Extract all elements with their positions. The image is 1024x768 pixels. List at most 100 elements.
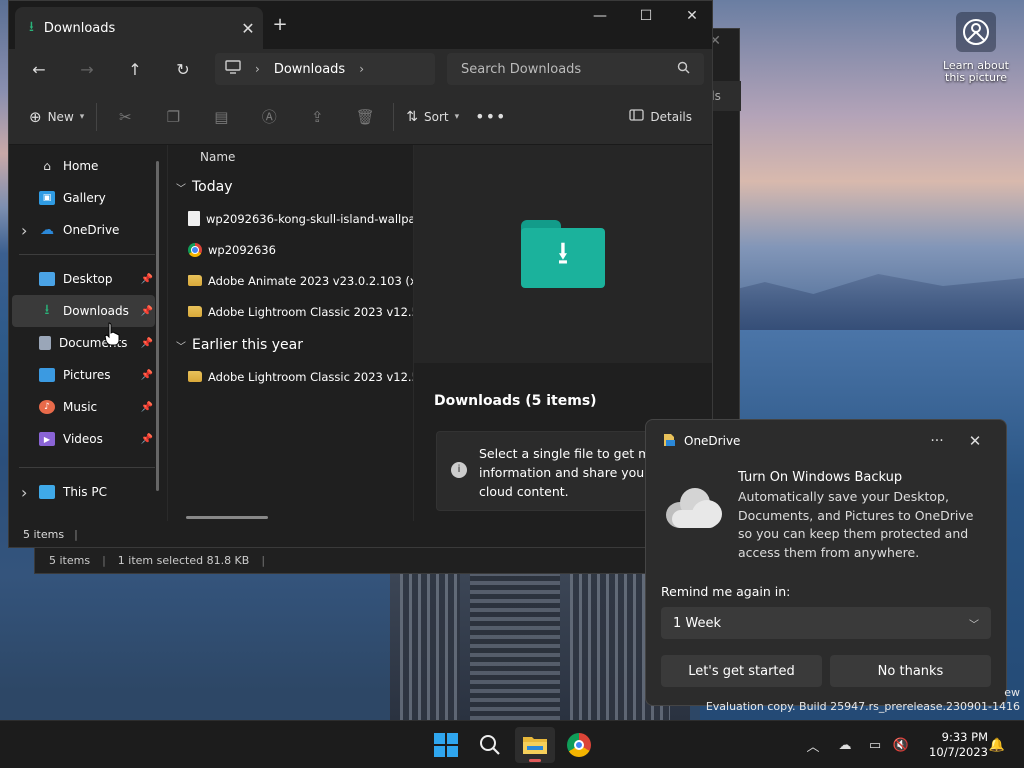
new-button-label: New — [47, 109, 74, 124]
sidebar-item-documents[interactable]: Documents 📌 — [9, 327, 167, 359]
list-item[interactable]: wp2092636-kong-skull-island-wallpaper — [168, 203, 413, 234]
group-header-earlier[interactable]: ﹀ Earlier this year — [168, 329, 413, 361]
learn-about-picture[interactable]: Learn about this picture — [940, 12, 1012, 84]
folder-icon — [188, 371, 202, 382]
title-bar[interactable]: ⭳ Downloads ✕ + — ☐ ✕ — [9, 1, 712, 49]
onedrive-tray-icon[interactable]: ☁ — [834, 733, 856, 757]
network-icon[interactable]: ▭ — [864, 733, 886, 757]
sidebar-item-label: Desktop — [63, 272, 113, 286]
onedrive-app-icon — [662, 433, 676, 450]
new-tab-button[interactable]: + — [267, 13, 293, 39]
sidebar-item-desktop[interactable]: Desktop 📌 — [9, 263, 167, 295]
sidebar-item-gallery[interactable]: ▣ Gallery — [9, 182, 167, 214]
document-icon — [39, 336, 51, 350]
watermark-edition: ew — [1004, 686, 1020, 699]
pin-icon[interactable]: 📌 — [141, 274, 153, 285]
scissors-icon: ✂ — [119, 107, 132, 126]
column-header-name[interactable]: Name — [168, 145, 413, 169]
notification-app-name: OneDrive — [684, 434, 741, 448]
details-button-label: Details — [650, 109, 692, 124]
navigation-pane: ⌂ Home ▣ Gallery ☁ OneDrive Desktop 📌 ⭳ … — [9, 145, 167, 523]
new-button[interactable]: ⊕ New ▾ — [21, 101, 92, 133]
back-window-status-bar: 5 items | 1 item selected 81.8 KB | — [49, 553, 266, 567]
tab-title: Downloads — [43, 20, 116, 36]
sort-icon: ⇅ — [406, 108, 419, 125]
forward-button[interactable]: → — [65, 53, 109, 85]
file-explorer-window[interactable]: ⭳ Downloads ✕ + — ☐ ✕ ← → ↑ ↻ › Download… — [8, 0, 713, 548]
sidebar-item-pictures[interactable]: Pictures 📌 — [9, 359, 167, 391]
sort-button[interactable]: ⇅ Sort ▾ — [398, 101, 467, 133]
sidebar-item-this-pc[interactable]: This PC — [9, 476, 167, 508]
search-icon[interactable] — [677, 61, 690, 78]
music-icon: ♪ — [39, 400, 55, 414]
notification-bell-icon[interactable]: 🔔 — [986, 733, 1008, 757]
pin-icon[interactable]: 📌 — [141, 434, 153, 445]
show-hidden-icons-button[interactable]: ︿ — [802, 733, 824, 757]
downloads-folder-icon: ⭳ — [521, 220, 605, 288]
monitor-icon — [225, 60, 241, 78]
volume-muted-icon[interactable]: 🔇 — [890, 733, 912, 757]
system-clock[interactable]: 9:33 PM 10/7/2023 — [918, 730, 988, 760]
paste-button[interactable]: ▤ — [197, 101, 245, 133]
search-box[interactable] — [447, 53, 704, 85]
close-window-button[interactable]: ✕ — [669, 1, 715, 31]
close-icon[interactable]: ✕ — [960, 432, 990, 450]
sidebar-item-music[interactable]: ♪ Music 📌 — [9, 391, 167, 423]
rename-icon: Ⓐ — [261, 108, 277, 126]
share-button[interactable]: ⇪ — [293, 101, 341, 133]
search-button[interactable] — [470, 727, 510, 763]
share-icon: ⇪ — [311, 107, 324, 126]
sidebar-item-videos[interactable]: ▶ Videos 📌 — [9, 423, 167, 455]
pin-icon[interactable]: 📌 — [141, 402, 153, 413]
search-input[interactable] — [461, 61, 677, 77]
sidebar-item-label: Music — [63, 400, 98, 414]
back-button[interactable]: ← — [17, 53, 61, 85]
delete-button[interactable]: 🗑 — [341, 101, 389, 133]
pin-icon[interactable]: 📌 — [141, 306, 153, 317]
taskbar-chrome[interactable] — [559, 727, 599, 763]
horizontal-scrollbar[interactable] — [186, 516, 268, 519]
onedrive-notification: OneDrive ··· ✕ Turn On Windows Backup Au… — [645, 419, 1007, 706]
trash-icon: 🗑 — [355, 107, 375, 126]
refresh-button[interactable]: ↻ — [161, 53, 205, 85]
chevron-right-icon[interactable]: › — [359, 62, 364, 76]
more-icon[interactable]: ··· — [922, 433, 952, 449]
tab-downloads[interactable]: ⭳ Downloads ✕ — [15, 7, 263, 49]
get-started-button[interactable]: Let's get started — [661, 655, 822, 687]
details-preview: ⭳ — [414, 145, 712, 363]
start-button[interactable] — [426, 727, 466, 763]
remind-dropdown[interactable]: 1 Week ﹀ — [661, 607, 991, 639]
no-thanks-button[interactable]: No thanks — [830, 655, 991, 687]
sidebar-item-onedrive[interactable]: ☁ OneDrive — [9, 214, 167, 246]
breadcrumb-downloads[interactable]: Downloads — [274, 62, 345, 77]
taskbar-file-explorer[interactable] — [515, 727, 555, 763]
up-button[interactable]: ↑ — [113, 53, 157, 85]
list-item[interactable]: wp2092636 — [168, 234, 413, 265]
image-file-icon — [188, 211, 200, 226]
search-icon — [480, 735, 500, 755]
copy-button[interactable]: ❐ — [149, 101, 197, 133]
details-button[interactable]: Details — [621, 101, 700, 133]
details-pane-icon — [629, 109, 645, 124]
list-item[interactable]: Adobe Animate 2023 v23.0.2.103 (x64) M — [168, 265, 413, 296]
sidebar-item-downloads[interactable]: ⭳ Downloads 📌 — [12, 295, 155, 327]
download-icon: ⭳ — [44, 302, 50, 318]
sidebar-scrollbar[interactable] — [156, 161, 159, 491]
pin-icon[interactable]: 📌 — [141, 338, 153, 349]
address-bar[interactable]: › Downloads › — [215, 53, 435, 85]
maximize-button[interactable]: ☐ — [623, 1, 669, 31]
windows-logo-icon — [434, 733, 458, 757]
cut-button[interactable]: ✂ — [101, 101, 149, 133]
pin-icon[interactable]: 📌 — [141, 370, 153, 381]
list-item[interactable]: Adobe Lightroom Classic 2023 v12.5.0 ( — [168, 361, 413, 392]
chevron-down-icon: ﹀ — [176, 341, 186, 353]
status-bar: 5 items | — [9, 521, 712, 547]
close-tab-icon[interactable]: ✕ — [233, 19, 263, 38]
chevron-right-icon[interactable]: › — [255, 62, 260, 76]
list-item[interactable]: Adobe Lightroom Classic 2023 v12.5.0 ( — [168, 296, 413, 327]
sidebar-item-home[interactable]: ⌂ Home — [9, 150, 167, 182]
minimize-button[interactable]: — — [577, 1, 623, 31]
more-options-button[interactable]: ••• — [467, 101, 514, 133]
rename-button[interactable]: Ⓐ — [245, 101, 293, 133]
group-header-today[interactable]: ﹀ Today — [168, 171, 413, 203]
